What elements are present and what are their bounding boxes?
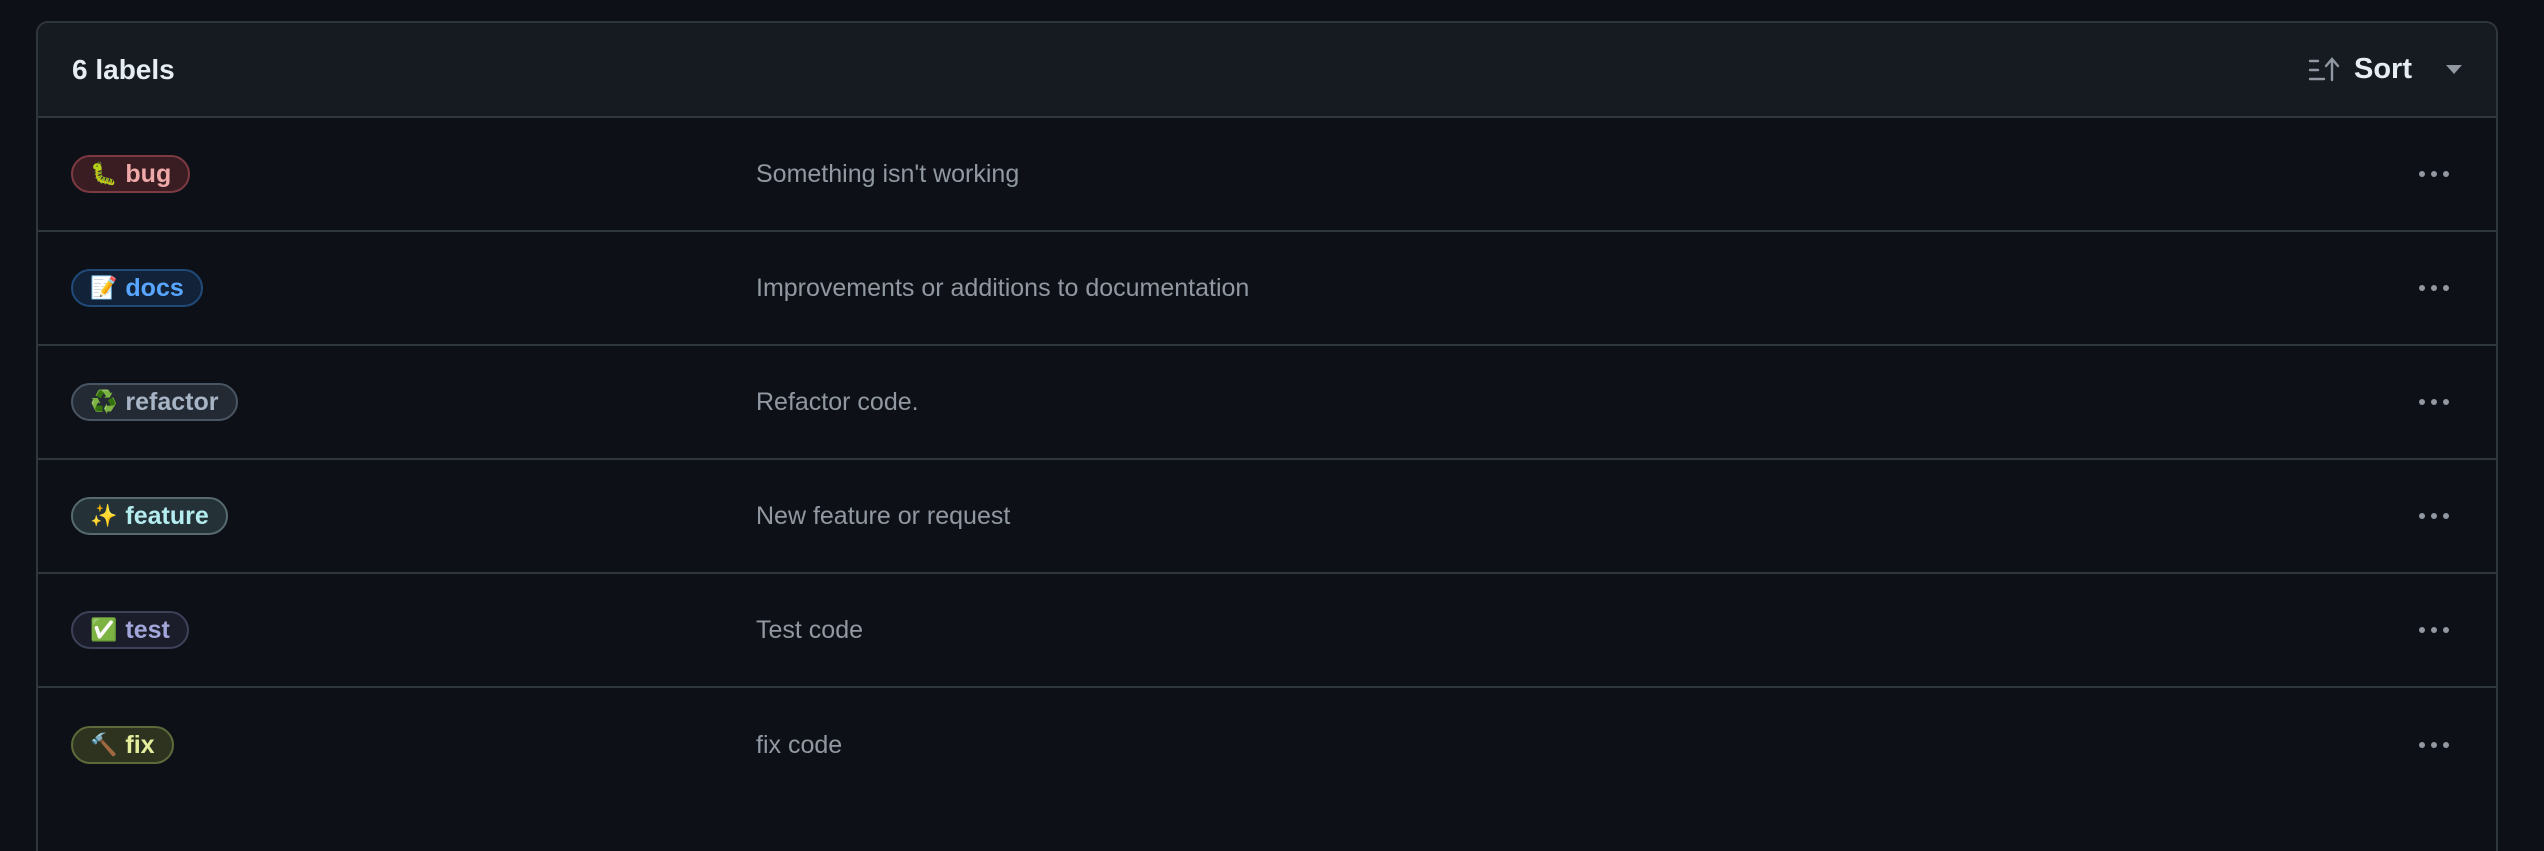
- label-row: 📝 docs Improvements or additions to docu…: [38, 232, 2496, 346]
- label-name: refactor: [125, 387, 219, 416]
- hammer-icon: 🔨: [90, 732, 118, 757]
- label-row: ✅ test Test code: [38, 574, 2496, 688]
- label-name: docs: [125, 273, 184, 302]
- kebab-horizontal-icon[interactable]: [2406, 382, 2462, 422]
- label-name: feature: [125, 501, 209, 530]
- label-name: fix: [125, 730, 155, 759]
- label-pill[interactable]: ✨ feature: [71, 497, 228, 535]
- label-description: Improvements or additions to documentati…: [756, 273, 1250, 302]
- label-row: 🔨 fix fix code: [38, 688, 2496, 802]
- label-pill[interactable]: 🐛 bug: [71, 155, 191, 193]
- label-name: bug: [125, 159, 172, 188]
- memo-icon: 📝: [90, 275, 118, 300]
- sort-ascending-icon: [2308, 56, 2340, 84]
- label-description: New feature or request: [756, 501, 1011, 530]
- check-mark-icon: ✅: [90, 617, 118, 642]
- recycle-icon: ♻️: [90, 389, 118, 414]
- kebab-horizontal-icon[interactable]: [2406, 725, 2462, 765]
- sort-button[interactable]: Sort: [2308, 53, 2462, 86]
- label-row: ♻️ refactor Refactor code.: [38, 346, 2496, 460]
- labels-panel: 6 labels Sort �: [36, 21, 2498, 851]
- label-pill[interactable]: ♻️ refactor: [71, 383, 238, 421]
- label-row: ✨ feature New feature or request: [38, 460, 2496, 574]
- sparkles-icon: ✨: [90, 503, 118, 528]
- label-pill[interactable]: ✅ test: [71, 611, 189, 649]
- label-description: fix code: [756, 730, 843, 759]
- kebab-horizontal-icon[interactable]: [2406, 268, 2462, 308]
- labels-count: 6 labels: [72, 53, 175, 85]
- sort-label: Sort: [2354, 53, 2412, 85]
- label-pill[interactable]: 📝 docs: [71, 269, 203, 307]
- labels-header: 6 labels Sort: [38, 23, 2496, 118]
- label-row: 🐛 bug Something isn't working: [38, 118, 2496, 232]
- label-pill[interactable]: 🔨 fix: [71, 726, 174, 764]
- triangle-down-icon: [2446, 64, 2462, 75]
- kebab-horizontal-icon[interactable]: [2406, 610, 2462, 650]
- kebab-horizontal-icon[interactable]: [2406, 496, 2462, 536]
- label-name: test: [125, 615, 170, 644]
- kebab-horizontal-icon[interactable]: [2406, 154, 2462, 194]
- label-description: Something isn't working: [756, 159, 1020, 188]
- bug-icon: 🐛: [90, 161, 118, 186]
- label-description: Test code: [756, 615, 864, 644]
- label-description: Refactor code.: [756, 387, 919, 416]
